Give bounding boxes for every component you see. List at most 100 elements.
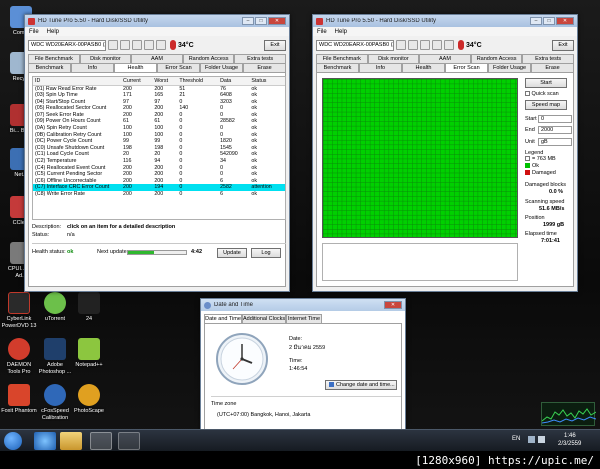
desktop-icon-daemon-tools[interactable]: DAEMON Tools Pro xyxy=(0,338,38,375)
table-row[interactable]: (C4) Reallocated Event Count 200 200 0 0 ok xyxy=(33,165,285,172)
table-row[interactable]: (05) Reallocated Sector Count 200 200 140 0 o… xyxy=(33,105,285,112)
tab-disk-monitor[interactable]: Disk monitor xyxy=(367,54,420,63)
tab-health[interactable]: Health xyxy=(402,63,445,72)
speed-map-button[interactable]: Speed map xyxy=(525,100,567,110)
col-data[interactable]: Data xyxy=(218,77,250,86)
copy-icon[interactable] xyxy=(396,40,406,50)
minimize-button[interactable]: – xyxy=(530,17,542,25)
table-row[interactable]: (C8) Write Error Rate 200 200 0 6 ok xyxy=(33,191,285,198)
tab-disk-monitor[interactable]: Disk monitor xyxy=(79,54,132,63)
tab-additional-clocks[interactable]: Additional Clocks xyxy=(242,314,286,323)
table-row[interactable]: (0B) Calibration Retry Count 100 100 0 0 ok xyxy=(33,132,285,139)
taskbar-explorer-icon[interactable] xyxy=(60,432,82,450)
table-row[interactable]: (01) Raw Read Error Rate 200 200 51 76 ok xyxy=(33,85,285,92)
col-status[interactable]: Status xyxy=(249,77,285,86)
tab-error-scan[interactable]: Error Scan xyxy=(445,63,488,72)
desktop-icon-24[interactable]: 24 xyxy=(70,292,108,323)
desktop-icon-photoshop[interactable]: Adobe Photoshop ... xyxy=(36,338,74,375)
menu-help[interactable]: Help xyxy=(47,29,59,35)
desktop-icon-powerdvd[interactable]: CyberLink PowerDVD 13 xyxy=(0,292,38,329)
col-current[interactable]: Current xyxy=(121,77,153,86)
titlebar[interactable]: HD Tune Pro 5.50 - Hard Disk/SSD Utility… xyxy=(25,15,289,27)
titlebar[interactable]: HD Tune Pro 5.50 - Hard Disk/SSD Utility… xyxy=(313,15,577,27)
minimize-button[interactable]: – xyxy=(242,17,254,25)
start-field[interactable]: 0 xyxy=(538,115,572,123)
tab-extra-tests[interactable]: Extra tests xyxy=(234,54,286,63)
tab-erase[interactable]: Erase xyxy=(243,63,286,72)
tab-random-access[interactable]: Random Access xyxy=(470,54,523,63)
save-icon[interactable] xyxy=(132,40,142,50)
table-row[interactable]: (C0) Unsafe Shutdown Count 198 198 0 1545 ok xyxy=(33,145,285,152)
tab-internet-time[interactable]: Internet Time xyxy=(286,314,322,323)
table-row[interactable]: (C7) Interface CRC Error Count 200 194 0 258… xyxy=(33,184,285,191)
download-icon[interactable] xyxy=(444,40,454,50)
taskbar-hdtune-icon[interactable] xyxy=(90,432,112,450)
start-button[interactable]: Start xyxy=(525,78,567,88)
menu-file[interactable]: File xyxy=(317,29,327,35)
taskbar-clock-time[interactable]: 1:46 xyxy=(564,433,576,439)
exit-button[interactable]: Exit xyxy=(264,39,286,51)
tab-benchmark[interactable]: Benchmark xyxy=(316,63,359,72)
close-button[interactable]: ✕ xyxy=(556,17,574,25)
tab-erase[interactable]: Erase xyxy=(531,63,574,72)
close-button[interactable]: ✕ xyxy=(268,17,286,25)
tab-file-benchmark[interactable]: File Benchmark xyxy=(316,54,368,63)
change-date-time-button[interactable]: Change date and time... xyxy=(325,380,397,390)
table-row[interactable]: (C5) Current Pending Sector 200 200 0 0 ok xyxy=(33,171,285,178)
table-row[interactable]: (C2) Temperature 116 94 0 34 ok xyxy=(33,158,285,165)
tab-file-benchmark[interactable]: File Benchmark xyxy=(28,54,80,63)
tab-random-access[interactable]: Random Access xyxy=(182,54,235,63)
desktop-icon-utorrent[interactable]: uTorrent xyxy=(36,292,74,323)
copy-icon[interactable] xyxy=(108,40,118,50)
col-threshold[interactable]: Threshold xyxy=(177,77,219,86)
table-row[interactable]: (0C) Power Cycle Count 99 99 0 1820 ok xyxy=(33,138,285,145)
performance-gadget[interactable] xyxy=(541,402,597,426)
options-icon[interactable] xyxy=(144,40,154,50)
save-icon[interactable] xyxy=(420,40,430,50)
tab-folder-usage[interactable]: Folder Usage xyxy=(488,63,531,72)
quick-scan-checkbox[interactable]: Quick scan xyxy=(525,91,559,97)
drive-select[interactable]: WDC WD20EARX-00PASB0 (2000 gB) xyxy=(316,39,394,51)
tab-aam[interactable]: AAM xyxy=(419,54,471,63)
table-row[interactable]: (07) Seek Error Rate 200 200 0 0 ok xyxy=(33,112,285,119)
col-worst[interactable]: Worst xyxy=(152,77,178,86)
desktop-icon-foxit[interactable]: Foxit Phantom xyxy=(0,384,38,415)
tray-volume-icon[interactable] xyxy=(538,436,545,443)
tab-benchmark[interactable]: Benchmark xyxy=(28,63,71,72)
end-field[interactable]: 2000 xyxy=(538,126,572,134)
taskbar-clock-date[interactable]: 2/3/2559 xyxy=(558,441,581,447)
tab-error-scan[interactable]: Error Scan xyxy=(157,63,200,72)
taskbar-clock-icon[interactable] xyxy=(118,432,140,450)
tab-extra-tests[interactable]: Extra tests xyxy=(522,54,574,63)
taskbar-ie-icon[interactable] xyxy=(34,432,56,450)
log-button[interactable]: Log xyxy=(251,248,281,258)
menu-file[interactable]: File xyxy=(29,29,39,35)
start-button[interactable] xyxy=(4,432,22,450)
table-row[interactable]: (C1) Load Cycle Count 20 20 0 542090 ok xyxy=(33,151,285,158)
tab-info[interactable]: Info xyxy=(359,63,402,72)
options-icon[interactable] xyxy=(432,40,442,50)
screenshot-icon[interactable] xyxy=(408,40,418,50)
maximize-button[interactable]: □ xyxy=(543,17,555,25)
tab-date-and-time[interactable]: Date and Time xyxy=(204,314,242,323)
taskbar-language[interactable]: EN xyxy=(512,436,520,442)
col-id[interactable]: ID xyxy=(33,77,121,86)
tab-info[interactable]: Info xyxy=(71,63,114,72)
table-row[interactable]: (09) Power On Hours Count 61 61 0 28582 ok xyxy=(33,118,285,125)
drive-select[interactable]: WDC WD20EARX-00PASB0 (2000 gB) xyxy=(28,39,106,51)
table-row[interactable]: (03) Spin Up Time 171 165 21 6408 ok xyxy=(33,92,285,99)
screenshot-icon[interactable] xyxy=(120,40,130,50)
unit-select[interactable]: gB xyxy=(538,138,572,146)
menu-help[interactable]: Help xyxy=(335,29,347,35)
table-row[interactable]: (C6) Offline Uncorrectable 200 200 0 6 ok xyxy=(33,178,285,185)
tab-health[interactable]: Health xyxy=(114,63,157,72)
table-row[interactable]: (04) Start/Stop Count 97 97 0 3203 ok xyxy=(33,99,285,106)
download-icon[interactable] xyxy=(156,40,166,50)
maximize-button[interactable]: □ xyxy=(255,17,267,25)
tab-aam[interactable]: AAM xyxy=(131,54,183,63)
desktop-icon-notepad-plus[interactable]: Notepad++ xyxy=(70,338,108,369)
tray-network-icon[interactable] xyxy=(528,436,535,443)
quick-scan-box[interactable] xyxy=(525,91,530,97)
table-row[interactable]: (0A) Spin Retry Count 100 100 0 0 ok xyxy=(33,125,285,132)
close-button[interactable]: ✕ xyxy=(384,301,402,309)
